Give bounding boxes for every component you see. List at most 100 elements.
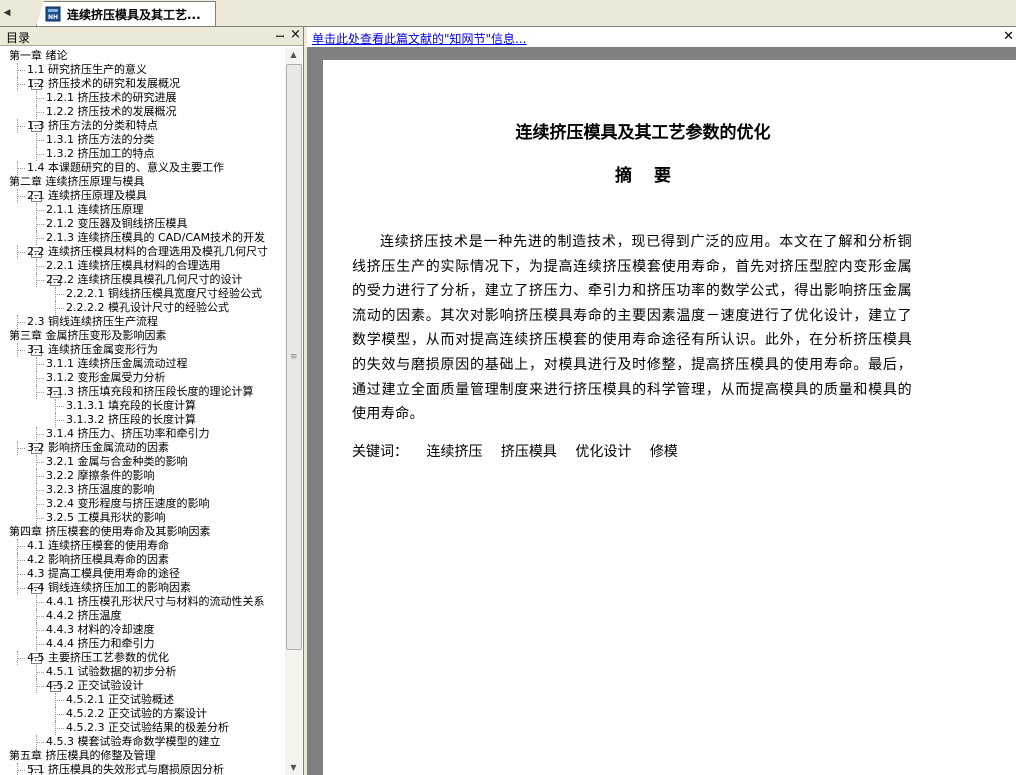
tree-connector bbox=[36, 511, 37, 525]
toc-section[interactable]: 2.2.2.2 模孔设计尺寸的经验公式 bbox=[66, 301, 285, 315]
toc-section[interactable]: 3.2.5 工模具形状的影响 bbox=[46, 511, 285, 525]
tree-connector bbox=[36, 378, 44, 379]
tree-connector bbox=[17, 63, 18, 77]
tab-scroll-left-icon[interactable]: ◀ bbox=[2, 6, 12, 20]
tree-connector bbox=[55, 420, 64, 421]
toc-section[interactable]: 1.1 研究挤压生产的意义 bbox=[27, 63, 285, 77]
tree-connector bbox=[36, 455, 37, 469]
scroll-down-icon[interactable]: ▼ bbox=[285, 761, 302, 775]
toc-chapter[interactable]: 第三章 金属挤压变形及影响因素 bbox=[9, 329, 285, 343]
toc-section[interactable]: 4.5.2.3 正交试验结果的极差分析 bbox=[66, 721, 285, 735]
tree-connector bbox=[17, 77, 18, 91]
tree-connector bbox=[36, 210, 44, 211]
toc-section[interactable]: 1.3.1 挤压方法的分类 bbox=[46, 133, 285, 147]
scroll-thumb[interactable]: ≡ bbox=[286, 64, 302, 650]
toc-section[interactable]: 5.1 挤压模具的失效形式与磨损原因分析 bbox=[27, 763, 285, 775]
toc-chapter[interactable]: 第二章 连续挤压原理与模具 bbox=[9, 175, 285, 189]
tree-connector bbox=[36, 602, 44, 603]
keyword: 优化设计 bbox=[575, 444, 632, 460]
toc-section[interactable]: 2.1.2 变压器及铜线挤压模具 bbox=[46, 217, 285, 231]
toc-section[interactable]: 3.1 连续挤压金属变形行为 bbox=[27, 343, 285, 357]
tree-connector bbox=[36, 133, 37, 147]
keywords-label: 关键词： bbox=[352, 444, 408, 460]
tree-connector bbox=[17, 84, 25, 85]
toc-chapter[interactable]: 第五章 挤压模具的修整及管理 bbox=[9, 749, 285, 763]
toc-section[interactable]: 3.1.1 连续挤压金属流动过程 bbox=[46, 357, 285, 371]
toc-section[interactable]: 3.2.1 金属与合金种类的影响 bbox=[46, 455, 285, 469]
document-tab[interactable]: NH 连续挤压模具及其工艺... bbox=[36, 1, 216, 26]
tree-connector bbox=[36, 490, 44, 491]
toc-section[interactable]: 1.2 挤压技术的研究和发展概况 bbox=[27, 77, 285, 91]
toc-section[interactable]: 3.2 影响挤压金属流动的因素 bbox=[27, 441, 285, 455]
tree-connector bbox=[36, 735, 37, 749]
tree-connector bbox=[36, 385, 37, 399]
toc-section[interactable]: 1.4 本课题研究的目的、意义及主要工作 bbox=[27, 161, 285, 175]
toc-section[interactable]: 3.2.2 摩擦条件的影响 bbox=[46, 469, 285, 483]
tree-connector bbox=[17, 119, 18, 133]
tree-connector bbox=[36, 630, 44, 631]
toc-chapter[interactable]: 第四章 挤压模套的使用寿命及其影响因素 bbox=[9, 525, 285, 539]
tree-connector bbox=[36, 280, 44, 281]
toc-section[interactable]: 3.1.2 变形金属受力分析 bbox=[46, 371, 285, 385]
scroll-up-icon[interactable]: ▲ bbox=[285, 48, 302, 62]
tree-connector bbox=[17, 441, 18, 455]
toc-section[interactable]: 4.3 提高工模具使用寿命的途径 bbox=[27, 567, 285, 581]
tree-connector bbox=[36, 504, 44, 505]
toc-section[interactable]: 4.5.2.1 正交试验概述 bbox=[66, 693, 285, 707]
toc-section[interactable]: 3.1.3.2 挤压段的长度计算 bbox=[66, 413, 285, 427]
keyword: 修模 bbox=[649, 444, 678, 460]
toc-section[interactable]: 4.5.1 试验数据的初步分析 bbox=[46, 665, 285, 679]
toc-scrollbar[interactable]: ▲ ≡ ▼ bbox=[285, 48, 302, 775]
toc-section[interactable]: 2.2.2 连续挤压模具模孔几何尺寸的设计 bbox=[46, 273, 285, 287]
tree-connector bbox=[17, 588, 25, 589]
tree-connector bbox=[36, 609, 37, 623]
toc-section[interactable]: 1.2.2 挤压技术的发展概况 bbox=[46, 105, 285, 119]
toc-section[interactable]: 1.3.2 挤压加工的特点 bbox=[46, 147, 285, 161]
pin-icon[interactable]: ꟷ bbox=[276, 29, 284, 43]
toc-section[interactable]: 4.5.3 模套试验寿命数学模型的建立 bbox=[46, 735, 285, 749]
toc-section[interactable]: 2.2.2.1 铜线挤压模具宽度尺寸经验公式 bbox=[66, 287, 285, 301]
close-icon[interactable]: × bbox=[290, 27, 301, 42]
tree-connector bbox=[17, 581, 18, 595]
toc-section[interactable]: 3.2.3 挤压温度的影响 bbox=[46, 483, 285, 497]
toc-section[interactable]: 4.4.2 挤压温度 bbox=[46, 609, 285, 623]
toc-section[interactable]: 3.1.4 挤压力、挤压功率和牵引力 bbox=[46, 427, 285, 441]
toc-section[interactable]: 3.1.3 挤压填充段和挤压段长度的理论计算 bbox=[46, 385, 285, 399]
toc-section[interactable]: 4.4.4 挤压力和牵引力 bbox=[46, 637, 285, 651]
tree-connector bbox=[17, 161, 18, 175]
toc-section[interactable]: 4.5.2 正交试验设计 bbox=[46, 679, 285, 693]
tree-connector bbox=[36, 686, 44, 687]
toc-section[interactable]: 2.2.1 连续挤压模具材料的合理选用 bbox=[46, 259, 285, 273]
toc-section[interactable]: 4.5 主要挤压工艺参数的优化 bbox=[27, 651, 285, 665]
tree-connector bbox=[36, 476, 44, 477]
toc-section[interactable]: 2.1.3 连续挤压模具的 CAD/CAM技术的开发 bbox=[46, 231, 285, 245]
toc-section[interactable]: 4.1 连续挤压模套的使用寿命 bbox=[27, 539, 285, 553]
toc-section[interactable]: 2.3 铜线连续挤压生产流程 bbox=[27, 315, 285, 329]
tree-connector bbox=[55, 287, 56, 301]
toc-section[interactable]: 1.2.1 挤压技术的研究进展 bbox=[46, 91, 285, 105]
tree-connector bbox=[36, 217, 37, 231]
tree-connector bbox=[17, 574, 25, 575]
toc-section[interactable]: 1.3 挤压方法的分类和特点 bbox=[27, 119, 285, 133]
tree-connector bbox=[17, 343, 18, 357]
document-tab-title: 连续挤压模具及其工艺... bbox=[67, 8, 201, 22]
toc-section[interactable]: 4.4.3 材料的冷却速度 bbox=[46, 623, 285, 637]
toc-section[interactable]: 2.1 连续挤压原理及模具 bbox=[27, 189, 285, 203]
toc-section[interactable]: 2.1.1 连续挤压原理 bbox=[46, 203, 285, 217]
toc-section[interactable]: 4.5.2.2 正交试验的方案设计 bbox=[66, 707, 285, 721]
tree-connector bbox=[36, 679, 37, 693]
close-icon[interactable]: ✕ bbox=[1003, 29, 1014, 44]
toc-section[interactable]: 4.2 影响挤压模具寿命的因素 bbox=[27, 553, 285, 567]
info-bar: 单击此处查看此篇文献的"知网节"信息... ✕ bbox=[307, 27, 1016, 48]
toc-section[interactable]: 4.4 铜线连续挤压加工的影响因素 bbox=[27, 581, 285, 595]
toc-section[interactable]: 3.2.4 变形程度与挤压速度的影响 bbox=[46, 497, 285, 511]
toc-section[interactable]: 3.1.3.1 填充段的长度计算 bbox=[66, 399, 285, 413]
toc-section[interactable]: 2.2 连续挤压模具材料的合理选用及模孔几何尺寸 bbox=[27, 245, 285, 259]
tree-connector bbox=[17, 322, 25, 323]
toc-chapter[interactable]: 第一章 绪论 bbox=[9, 49, 285, 63]
knowledge-node-link[interactable]: 单击此处查看此篇文献的"知网节"信息... bbox=[312, 30, 526, 47]
toc-panel: 目录 ꟷ × 第一章 绪论 1.1 研究挤压生产的意义 −1.2 挤压技术的研究和发… bbox=[0, 27, 304, 775]
scroll-grip-icon: ≡ bbox=[290, 352, 298, 362]
tree-connector bbox=[17, 126, 25, 127]
toc-section[interactable]: 4.4.1 挤压模孔形状尺寸与材料的流动性关系 bbox=[46, 595, 285, 609]
